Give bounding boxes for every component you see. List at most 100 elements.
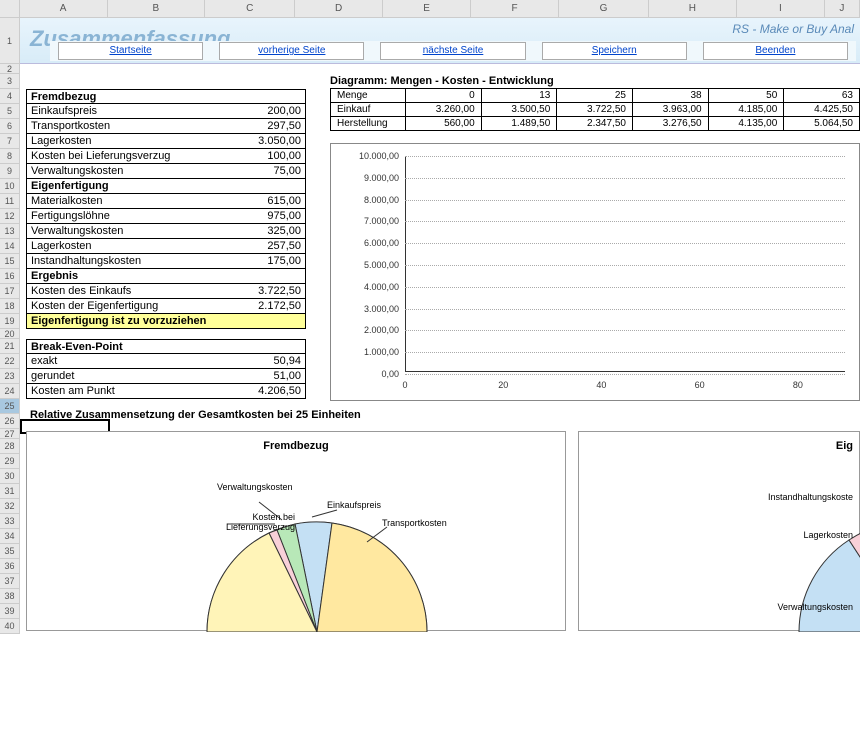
row-32[interactable]: 32: [0, 499, 20, 514]
row-4[interactable]: 4: [0, 89, 20, 104]
fremdbezug-header: Fremdbezug: [26, 89, 306, 104]
col-b[interactable]: B: [108, 0, 206, 17]
col-c[interactable]: C: [205, 0, 295, 17]
row-27[interactable]: 27: [0, 429, 20, 439]
value: 325,00: [235, 224, 305, 238]
label: Kosten des Einkaufs: [27, 284, 235, 298]
row-35[interactable]: 35: [0, 544, 20, 559]
row-21[interactable]: 21: [0, 339, 20, 354]
row-30[interactable]: 30: [0, 469, 20, 484]
nav-start[interactable]: Startseite: [58, 42, 203, 60]
cell: 4.185,00: [708, 103, 784, 117]
breakeven-header: Break-Even-Point: [26, 339, 306, 354]
col-h[interactable]: H: [649, 0, 737, 17]
row-20[interactable]: 20: [0, 329, 20, 339]
row-24[interactable]: 24: [0, 384, 20, 399]
row-28[interactable]: 28: [0, 439, 20, 454]
row-8[interactable]: 8: [0, 149, 20, 164]
x-axis: [405, 371, 845, 372]
col-d[interactable]: D: [295, 0, 383, 17]
ytick: 7.000,00: [341, 216, 399, 226]
row-22[interactable]: 22: [0, 354, 20, 369]
row-40[interactable]: 40: [0, 619, 20, 634]
row-6[interactable]: 6: [0, 119, 20, 134]
value: 100,00: [235, 149, 305, 163]
row-37[interactable]: 37: [0, 574, 20, 589]
col-i[interactable]: I: [737, 0, 825, 17]
row-23[interactable]: 23: [0, 369, 20, 384]
pie-title: Eig: [579, 432, 859, 460]
row-11[interactable]: 11: [0, 194, 20, 209]
row-5[interactable]: 5: [0, 104, 20, 119]
pie-label: Instandhaltungskoste: [768, 492, 853, 502]
th: Menge: [331, 89, 406, 103]
ytick: 0,00: [341, 369, 399, 379]
row-7[interactable]: 7: [0, 134, 20, 149]
th: 0: [406, 89, 482, 103]
pie-chart-eigen[interactable]: Eig Instandhaltungskoste Lagerkosten Ver…: [578, 431, 860, 631]
cell: 3.260,00: [406, 103, 482, 117]
result-highlight: Eigenfertigung ist zu vorzuziehen: [27, 314, 305, 328]
row-17[interactable]: 17: [0, 284, 20, 299]
row-36[interactable]: 36: [0, 559, 20, 574]
cell: 560,00: [406, 117, 482, 131]
pie-label: Verwaltungskosten: [777, 602, 853, 612]
col-a[interactable]: A: [20, 0, 108, 17]
row-29[interactable]: 29: [0, 454, 20, 469]
row-16[interactable]: 16: [0, 269, 20, 284]
col-j[interactable]: J: [825, 0, 860, 17]
row-9[interactable]: 9: [0, 164, 20, 179]
cell: 4.425,50: [784, 103, 860, 117]
nav-next[interactable]: nächste Seite: [380, 42, 525, 60]
row-12[interactable]: 12: [0, 209, 20, 224]
value: 3.050,00: [235, 134, 305, 148]
label: gerundet: [27, 369, 235, 383]
cell: 4.135,00: [708, 117, 784, 131]
row-33[interactable]: 33: [0, 514, 20, 529]
nav-save[interactable]: Speichern: [542, 42, 687, 60]
line-chart[interactable]: 0,001.000,002.000,003.000,004.000,005.00…: [330, 143, 860, 401]
col-g[interactable]: G: [559, 0, 649, 17]
label: Fertigungslöhne: [27, 209, 235, 223]
row-3[interactable]: 3: [0, 74, 20, 89]
label: Lagerkosten: [27, 239, 235, 253]
row-31[interactable]: 31: [0, 484, 20, 499]
pie-title: Fremdbezug: [27, 432, 565, 460]
row-25[interactable]: 25: [0, 399, 20, 414]
row-2[interactable]: 2: [0, 64, 20, 74]
row-34[interactable]: 34: [0, 529, 20, 544]
nav-quit[interactable]: Beenden: [703, 42, 848, 60]
row-15[interactable]: 15: [0, 254, 20, 269]
row-10[interactable]: 10: [0, 179, 20, 194]
ytick: 5.000,00: [341, 260, 399, 270]
row-39[interactable]: 39: [0, 604, 20, 619]
pie-section-title: Relative Zusammensetzung der Gesamtkoste…: [20, 403, 860, 427]
row-26[interactable]: 26: [0, 414, 20, 429]
col-e[interactable]: E: [383, 0, 471, 17]
col-f[interactable]: F: [471, 0, 559, 17]
row-14[interactable]: 14: [0, 239, 20, 254]
label: Kosten am Punkt: [27, 384, 235, 398]
row-13[interactable]: 13: [0, 224, 20, 239]
row-38[interactable]: 38: [0, 589, 20, 604]
value: 200,00: [235, 104, 305, 118]
nav-prev[interactable]: vorherige Seite: [219, 42, 364, 60]
subtitle: RS - Make or Buy Anal: [732, 22, 854, 36]
ergebnis-header: Ergebnis: [26, 269, 306, 284]
row-19[interactable]: 19: [0, 314, 20, 329]
value: 3.722,50: [235, 284, 305, 298]
eigen-header: Eigenfertigung: [26, 179, 306, 194]
cell: 3.500,50: [481, 103, 557, 117]
label: Transportkosten: [27, 119, 235, 133]
ytick: 10.000,00: [341, 151, 399, 161]
label: Kosten bei Lieferungsverzug: [27, 149, 235, 163]
row-18[interactable]: 18: [0, 299, 20, 314]
pie-label: Verwaltungskosten: [217, 482, 293, 492]
y-axis: [405, 156, 406, 372]
cell: 2.347,50: [557, 117, 633, 131]
th: 50: [708, 89, 784, 103]
column-headers: A B C D E F G H I J: [0, 0, 860, 18]
row-1[interactable]: 1: [0, 18, 20, 64]
pie-chart-fremdbezug[interactable]: Fremdbezug Verwaltungskosten Kosten bei …: [26, 431, 566, 631]
ytick: 4.000,00: [341, 282, 399, 292]
